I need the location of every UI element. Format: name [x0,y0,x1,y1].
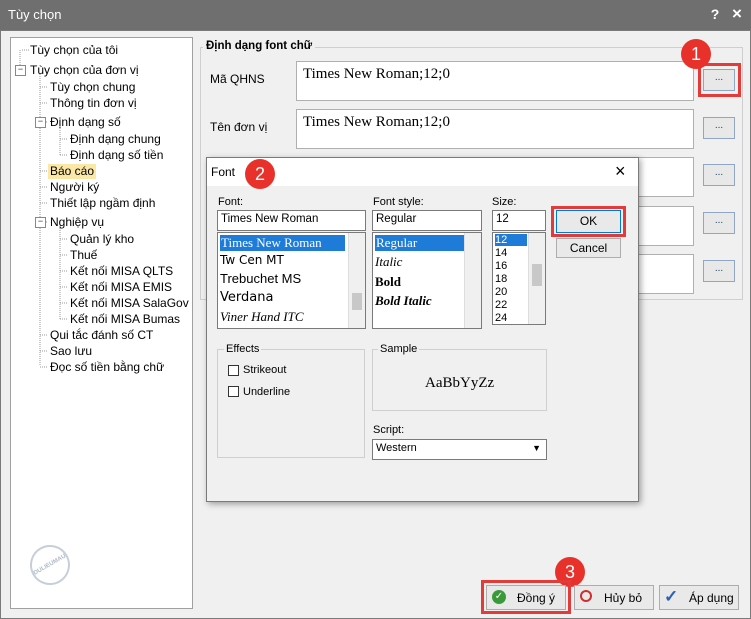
tree-item-general-format[interactable]: Định dạng chung [70,132,161,147]
ellipsis-button-unit-name[interactable]: ... [703,117,735,139]
ellipsis-button-row-3[interactable]: ... [703,164,735,186]
tree-item-number-format[interactable]: Định dạng số [50,115,121,130]
size-option[interactable]: 20 [495,286,507,298]
size-label: Size: [492,196,517,208]
tree-item-misa-qlts[interactable]: Kết nối MISA QLTS [70,264,173,279]
ellipsis-button-row-4[interactable]: ... [703,212,735,234]
tree-item-operations[interactable]: Nghiệp vụ [50,215,104,230]
font-option[interactable]: Times New Roman [220,235,345,251]
style-list-scrollbar[interactable] [464,233,481,328]
script-select[interactable]: Western ▼ [372,439,547,460]
font-value-qhns: Times New Roman;12;0 [296,61,694,101]
apply-button[interactable]: ✓ Áp dụng [659,585,739,610]
ok-button[interactable]: OK [556,210,621,233]
size-option[interactable]: 18 [495,273,507,285]
help-icon[interactable]: ? [706,5,724,23]
size-option[interactable]: 12 [495,234,527,246]
tree-item-my-options[interactable]: Tùy chọn của tôi [30,43,118,58]
effects-group [217,349,365,458]
sample-text: AaBbYyZz [425,375,495,391]
style-option[interactable]: Bold [375,274,401,290]
chevron-down-icon: ▼ [532,443,541,453]
tree-item-defaults[interactable]: Thiết lập ngầm định [50,196,155,211]
font-style-label: Font style: [373,196,424,208]
field-label-unit-name: Tên đơn vị [210,120,268,134]
font-label: Font: [218,196,244,208]
tree-item-misa-emis[interactable]: Kết nối MISA EMIS [70,280,172,295]
size-input[interactable]: 12 [492,210,546,231]
strikeout-checkbox[interactable] [228,365,239,376]
size-option[interactable]: 16 [495,260,507,272]
style-option[interactable]: Bold Italic [375,293,432,309]
check-icon: ✓ [492,590,506,604]
font-value-text: Times New Roman;12;0 [303,114,450,130]
size-option[interactable]: 22 [495,299,507,311]
font-dialog: Font × Font: Times New Roman Times New R… [206,157,639,502]
font-style-list[interactable]: Regular Italic Bold Bold Italic [372,232,482,329]
font-option[interactable]: Trebuchet MS [220,271,301,286]
sample-label: Sample [378,343,420,355]
watermark-text: DULIEUMAU [32,553,68,577]
underline-checkbox[interactable] [228,386,239,397]
tree-item-numbering-rules[interactable]: Qui tắc đánh số CT [50,328,153,343]
font-option[interactable]: Tw Cen MT [220,253,284,267]
cancel-footer-label: Hủy bỏ [604,591,643,605]
tree-item-signer[interactable]: Người ký [50,180,99,195]
tree-item-backup[interactable]: Sao lưu [50,344,92,359]
cancel-button[interactable]: Cancel [556,238,621,258]
agree-button[interactable]: ✓ Đồng ý [486,585,566,610]
font-list[interactable]: Times New Roman Tw Cen MT Trebuchet MS V… [217,232,366,329]
tree-item-reports[interactable]: Báo cáo [48,164,97,179]
font-group-title: Định dạng font chữ [203,40,316,52]
font-dialog-title: Font [211,165,236,179]
apply-label: Áp dụng [689,591,734,605]
tree-item-warehouse[interactable]: Quản lý kho [70,232,134,247]
title-bar: Tùy chọn ? × [0,0,751,30]
scroll-thumb[interactable] [352,293,362,310]
tree-item-general[interactable]: Tùy chọn chung [50,80,135,95]
apply-check-icon: ✓ [664,587,679,606]
font-value-text: Times New Roman;12;0 [303,66,450,82]
underline-label[interactable]: Underline [243,386,290,398]
ellipsis-button-qhns[interactable]: ... [703,69,735,91]
window-title: Tùy chọn [8,7,62,22]
style-option[interactable]: Italic [375,254,402,270]
tree-item-unit-info[interactable]: Thông tin đơn vị [50,96,137,111]
agree-label: Đồng ý [517,591,556,605]
tree-item-money-format[interactable]: Định dạng số tiền [70,148,163,163]
close-icon[interactable]: × [615,161,626,182]
field-label-qhns: Mã QHNS [210,72,265,86]
size-option[interactable]: 24 [495,312,507,324]
tree-collapse-icon[interactable]: − [35,217,46,228]
cancel-footer-button[interactable]: Hủy bỏ [574,585,654,610]
font-option[interactable]: Verdana [220,290,273,305]
tree-item-tax[interactable]: Thuế [70,248,97,263]
script-value: Western [376,442,417,454]
style-option[interactable]: Regular [375,235,466,251]
size-list-scrollbar[interactable] [528,233,545,324]
effects-label: Effects [224,343,262,355]
font-style-input[interactable]: Regular [372,210,482,231]
step-badge-2: 2 [245,159,275,189]
options-tree[interactable]: − − − Tùy chọn của tôi Tùy chọn của đơn … [10,37,193,609]
tree-item-misa-bumas[interactable]: Kết nối MISA Bumas [70,312,180,327]
font-value-unit-name: Times New Roman;12;0 [296,109,694,149]
tree-item-unit-options[interactable]: Tùy chọn của đơn vị [30,63,139,78]
strikeout-label[interactable]: Strikeout [243,364,286,376]
close-icon[interactable]: × [728,5,746,23]
size-option[interactable]: 14 [495,247,507,259]
scroll-thumb[interactable] [532,264,542,286]
cancel-icon [580,590,592,602]
font-list-scrollbar[interactable] [348,233,365,328]
tree-collapse-icon[interactable]: − [15,65,26,76]
font-option[interactable]: Viner Hand ITC [220,309,304,325]
font-name-input[interactable]: Times New Roman [217,210,366,231]
ellipsis-button-row-5[interactable]: ... [703,260,735,282]
step-badge-1: 1 [681,39,711,69]
size-list[interactable]: 12 14 16 18 20 22 24 [492,232,546,325]
tree-item-amount-in-words[interactable]: Đọc số tiền bằng chữ [50,360,164,375]
tree-collapse-icon[interactable]: − [35,117,46,128]
tree-item-misa-salagov[interactable]: Kết nối MISA SalaGov [70,296,189,311]
script-label: Script: [373,424,405,436]
